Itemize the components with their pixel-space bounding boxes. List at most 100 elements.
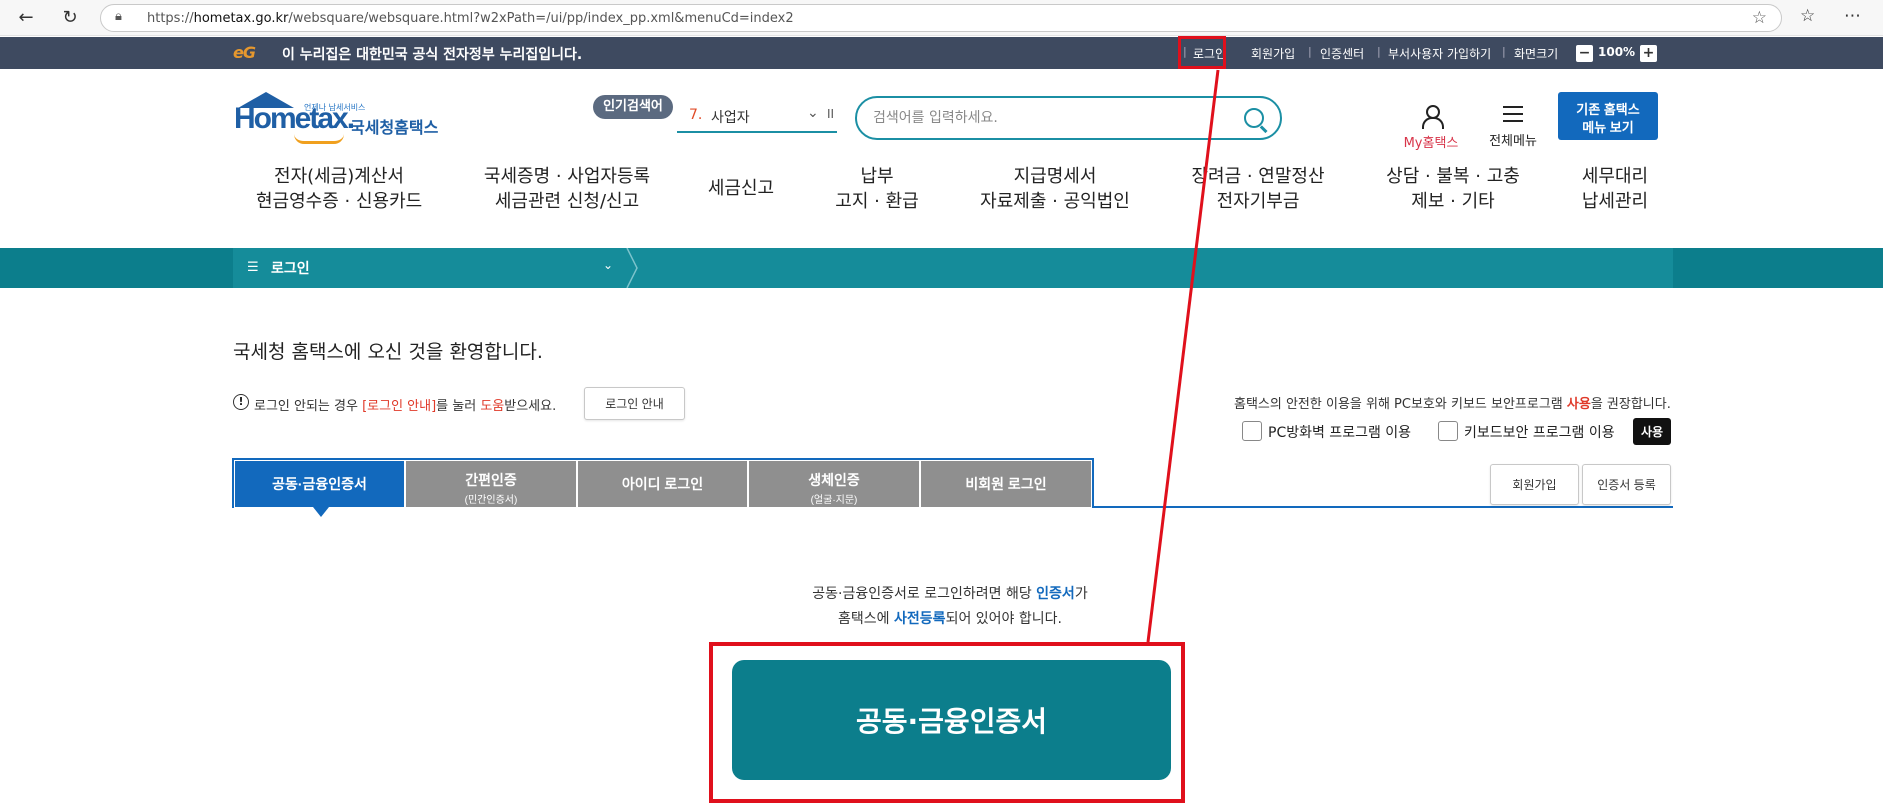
login-annotation-box — [1178, 36, 1226, 69]
security-post: 을 권장합니다. — [1590, 397, 1671, 412]
tab-biometric[interactable]: 생체인증 (얼굴·지문) — [749, 461, 919, 507]
divider: | — [1502, 45, 1506, 58]
url-text: https://hometax.go.kr/websquare/websquar… — [147, 11, 794, 26]
security-pre: 홈택스의 안전한 이용을 위해 PC보호와 키보드 보안프로그램 — [1234, 397, 1567, 412]
gnb-e-invoice[interactable]: 전자(세금)계산서현금영수증 · 신용카드 — [256, 164, 422, 214]
keyboard-security-label: 키보드보안 프로그램 이용 — [1464, 425, 1615, 441]
gnb-payment[interactable]: 납부고지 · 환급 — [832, 164, 922, 214]
cert-info-mid: 가 — [1074, 586, 1088, 602]
bookmark-star-icon[interactable]: ☆ — [1752, 8, 1767, 28]
gnb-line2: 현금영수증 · 신용카드 — [256, 191, 423, 212]
tab-label: 간편인증 — [465, 471, 517, 488]
location-bar-inner: ☰ 로그인 ⌄ — [233, 248, 1673, 288]
logo-smile-shape — [294, 134, 344, 144]
zoom-level: 100% — [1598, 45, 1636, 59]
search-input[interactable] — [873, 107, 1223, 129]
popular-search-rank[interactable]: 7. 사업자 ⌄ II — [677, 103, 837, 133]
search-icon[interactable] — [1244, 108, 1264, 128]
location-bar: ☰ 로그인 ⌄ — [0, 248, 1883, 288]
logo-wordmark: Hometax. — [234, 102, 355, 135]
favorites-icon[interactable]: ☆ — [1800, 6, 1815, 26]
pc-firewall-checkbox[interactable] — [1242, 421, 1262, 441]
notice-help: 도움 — [480, 399, 505, 414]
breadcrumb-arrow-icon — [626, 248, 638, 288]
gnb-consult[interactable]: 상담 · 불복 · 고충 제보 · 기타 — [1383, 164, 1523, 214]
my-hometax-button[interactable]: My홈택스 — [1396, 104, 1466, 151]
cert-info-line2-post: 되어 있어야 합니다. — [945, 611, 1062, 627]
notice-pre: 로그인 안되는 경우 — [254, 399, 363, 414]
reload-icon[interactable]: ↻ — [58, 6, 82, 30]
hamburger-icon — [1503, 106, 1523, 122]
more-menu-icon[interactable]: ⋯ — [1844, 6, 1861, 26]
chevron-down-icon[interactable]: ⌄ — [603, 258, 613, 272]
gnb-line1: 지급명세서 — [1013, 166, 1097, 187]
gnb-tax-agent[interactable]: 세무대리 납세관리 — [1580, 164, 1650, 214]
person-icon — [1419, 104, 1444, 129]
list-icon: ☰ — [247, 260, 259, 275]
login-guide-button[interactable]: 로그인 안내 — [584, 387, 685, 420]
gnb-line1: 납부 — [860, 166, 894, 187]
security-use: 사용 — [1566, 397, 1591, 412]
cert-info-cert: 인증서 — [1036, 586, 1075, 602]
cert-info-line2-pre: 홈택스에 — [838, 611, 895, 627]
rank-number: 7. — [689, 107, 703, 123]
tab-sublabel: (민간인증서) — [464, 494, 518, 506]
gnb-line1: 전자(세금)계산서 — [274, 166, 404, 187]
welcome-heading: 국세청 홈택스에 오신 것을 환영합니다. — [233, 341, 543, 363]
old-menu-button[interactable]: 기존 홈택스메뉴 보기 — [1558, 92, 1658, 140]
browser-toolbar: ← ↻ 🔒︎ https://hometax.go.kr/websquare/w… — [0, 0, 1883, 36]
tab-label: 생체인증 — [808, 471, 860, 488]
tab-id-login[interactable]: 아이디 로그인 — [578, 461, 747, 507]
gov-notice-text: 이 누리집은 대한민국 공식 전자정부 누리집입니다. — [282, 47, 583, 63]
zoom-in-button[interactable]: + — [1640, 45, 1657, 62]
my-hometax-label: My홈택스 — [1403, 136, 1459, 151]
old-menu-line1: 기존 홈택스 — [1576, 102, 1640, 117]
gov-notice-bar: eG 이 누리집은 대한민국 공식 전자정부 누리집입니다. | 로그인 회원가… — [0, 37, 1883, 69]
cert-annotation-box — [709, 642, 1185, 803]
pause-icon[interactable]: II — [827, 107, 834, 121]
back-arrow-icon[interactable]: ← — [14, 6, 38, 30]
gnb-tax-report[interactable]: 세금신고 — [706, 176, 776, 201]
screen-size-label: 화면크기 — [1514, 47, 1559, 61]
address-bar[interactable]: 🔒︎ https://hometax.go.kr/websquare/websq… — [100, 4, 1782, 32]
rank-keyword[interactable]: 사업자 — [711, 107, 750, 127]
gnb-certificate[interactable]: 국세증명 · 사업자등록 세금관련 신청/신고 — [482, 164, 652, 214]
tab-guest-login[interactable]: 비회원 로그인 — [921, 461, 1091, 507]
tab-sublabel: (얼굴·지문) — [810, 494, 858, 506]
dept-join-link[interactable]: 부서사용자 가입하기 — [1388, 45, 1491, 62]
notice-mid: 를 눌러 — [436, 399, 481, 414]
gnb-line1: 상담 · 불복 · 고충 — [1386, 166, 1520, 187]
join-link[interactable]: 회원가입 — [1251, 45, 1295, 62]
zoom-out-button[interactable]: − — [1576, 45, 1593, 62]
keyboard-security-checkbox[interactable] — [1438, 421, 1458, 441]
old-menu-line2: 메뉴 보기 — [1582, 120, 1634, 135]
all-menu-button[interactable]: 전체메뉴 — [1480, 104, 1546, 149]
cert-register-button[interactable]: 인증서 등록 — [1582, 464, 1671, 505]
gnb-line2: 전자기부금 — [1216, 191, 1300, 212]
login-notice-text: 로그인 안되는 경우 [로그인 안내]를 눌러 도움받으세요. — [254, 395, 556, 414]
gnb-line2: 자료제출 · 공익법인 — [980, 191, 1130, 212]
gnb-line1: 세금신고 — [707, 178, 775, 199]
gnb-line1: 세무대리 — [1581, 166, 1649, 187]
gnb-line2: 고지 · 환급 — [835, 191, 919, 212]
all-menu-label: 전체메뉴 — [1489, 134, 1537, 149]
cert-center-link[interactable]: 인증센터 — [1320, 45, 1364, 62]
security-notice-text: 홈택스의 안전한 이용을 위해 PC보호와 키보드 보안프로그램 사용을 권장합… — [1234, 393, 1671, 412]
gnb-line1: 국세증명 · 사업자등록 — [483, 166, 651, 187]
exclamation-icon: ! — [233, 394, 249, 410]
tab-joint-cert[interactable]: 공동·금융인증서 — [235, 461, 404, 507]
join-button[interactable]: 회원가입 — [1490, 464, 1579, 505]
egov-logo: eG — [233, 43, 256, 62]
tab-simple-auth[interactable]: 간편인증 (민간인증서) — [406, 461, 576, 507]
gnb-line1: 장려금 · 연말정산 — [1191, 166, 1325, 187]
notice-link[interactable]: [로그인 안내] — [362, 399, 436, 414]
use-button[interactable]: 사용 — [1633, 418, 1671, 445]
divider: | — [1377, 45, 1381, 58]
gnb-statement[interactable]: 지급명세서자료제출 · 공익법인 — [978, 164, 1132, 214]
chevron-down-icon[interactable]: ⌄ — [807, 105, 819, 121]
divider: | — [1308, 45, 1312, 58]
location-title[interactable]: 로그인 — [271, 258, 310, 278]
lock-icon: 🔒︎ — [115, 9, 122, 24]
gnb-incentive[interactable]: 장려금 · 연말정산전자기부금 — [1188, 164, 1328, 214]
logo-korean: 국세청홈택스 — [350, 118, 439, 137]
